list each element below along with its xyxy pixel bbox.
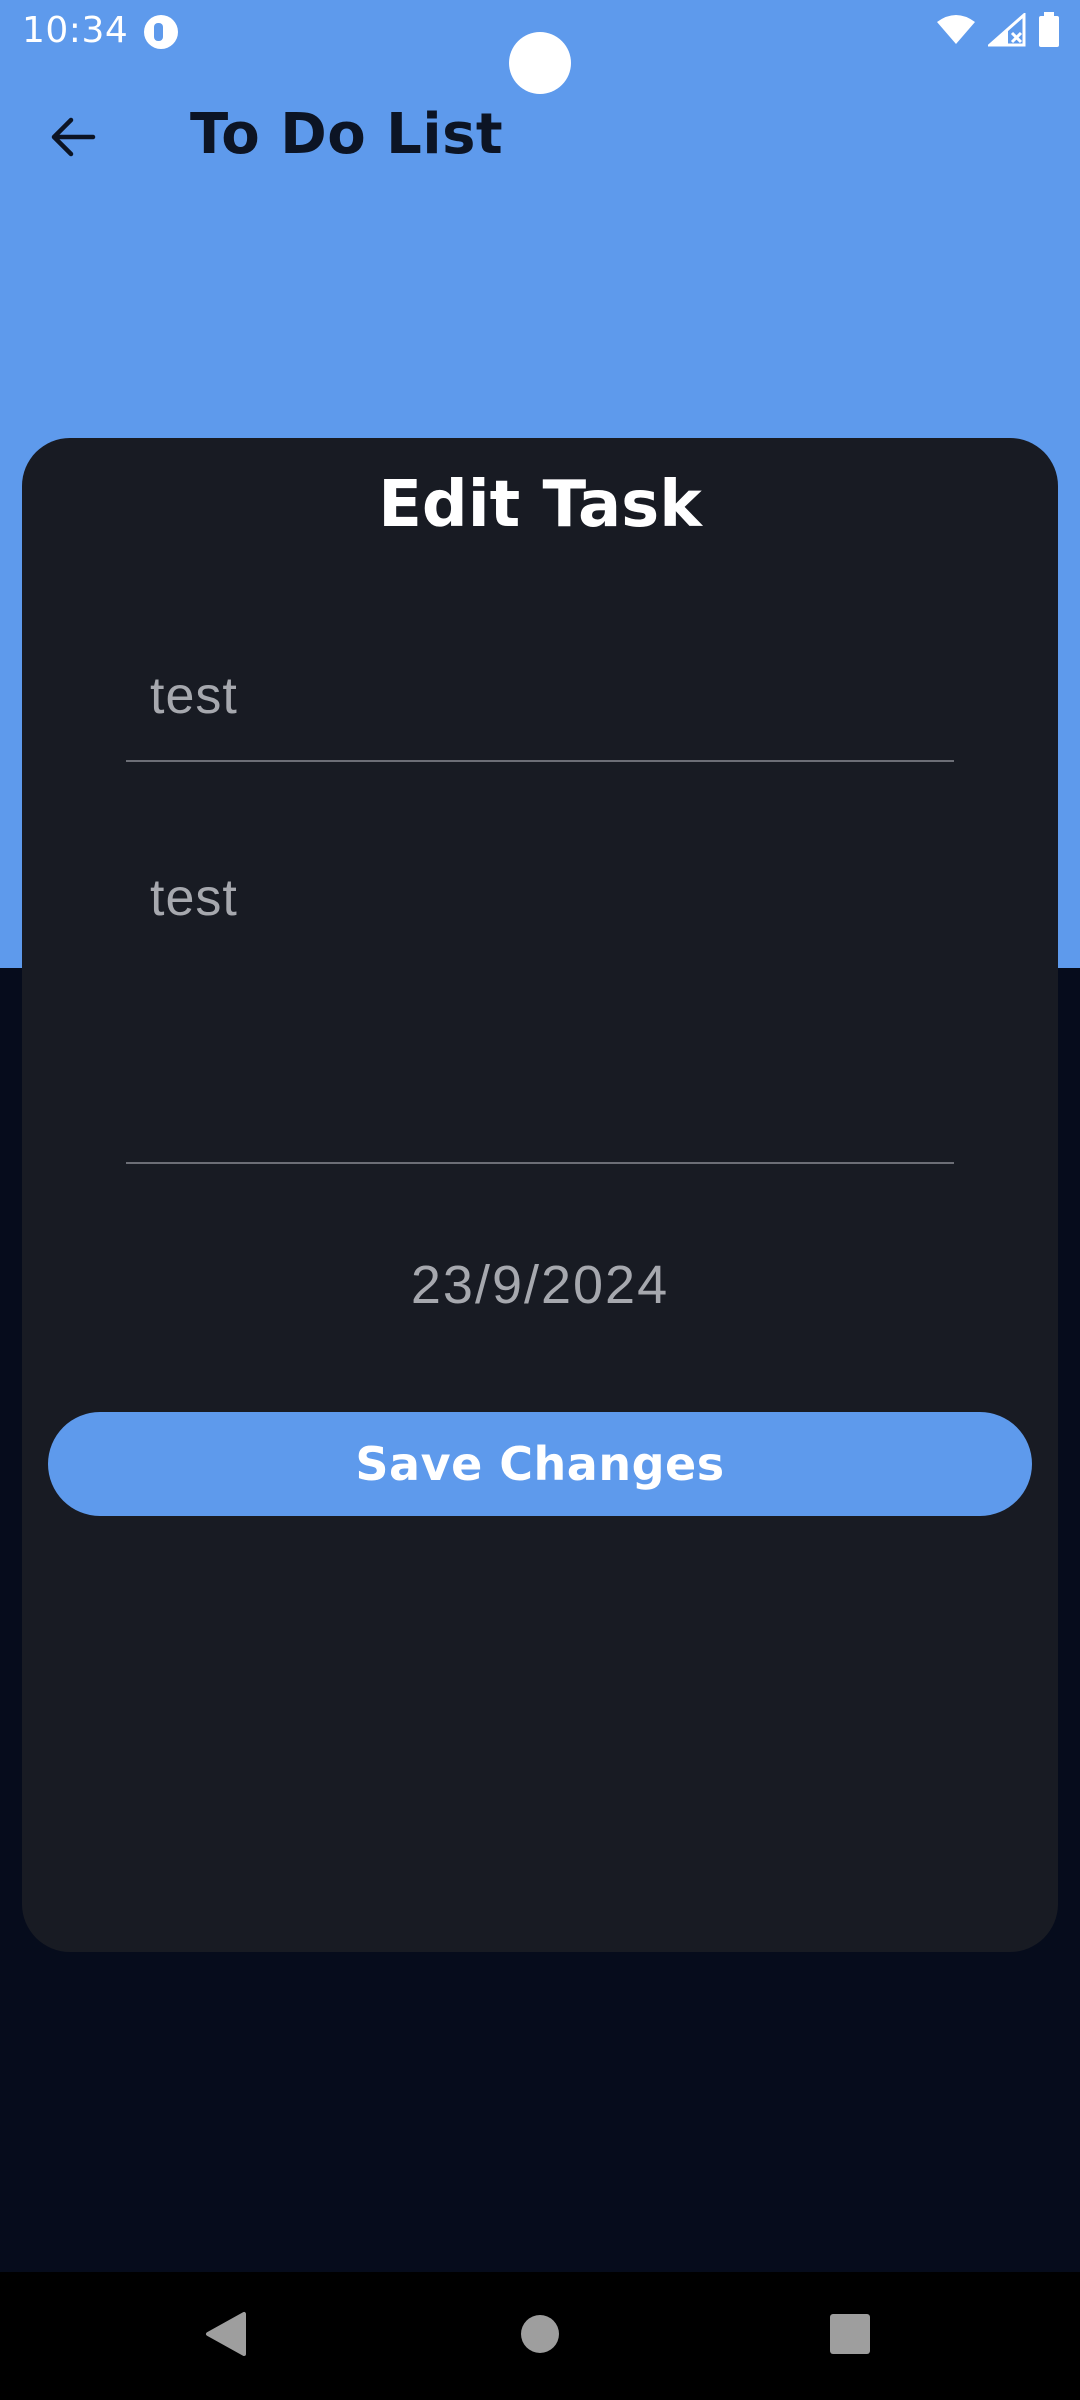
save-changes-button[interactable]: Save Changes (48, 1412, 1032, 1516)
circle-home-icon (520, 2314, 560, 2358)
app-bar: To Do List (0, 80, 1080, 192)
nav-home-button[interactable] (500, 2296, 580, 2376)
arrow-left-icon (49, 116, 97, 162)
signal-icon (986, 11, 1026, 51)
task-description-input[interactable]: test (126, 862, 954, 1164)
notification-app-icon (144, 15, 178, 49)
task-title-input[interactable]: test (126, 666, 954, 762)
save-changes-label: Save Changes (355, 1437, 725, 1491)
edit-task-card: Edit Task test test 23/9/2024 Save Chang… (22, 438, 1058, 1952)
task-title-value: test (150, 667, 238, 725)
status-time: 10:34 (22, 10, 129, 51)
square-recents-icon (829, 2313, 871, 2359)
status-icons (936, 11, 1060, 52)
triangle-back-icon (204, 2310, 248, 2362)
back-button[interactable] (36, 102, 110, 176)
task-description-value: test (150, 869, 238, 927)
system-nav-bar (0, 2272, 1080, 2400)
card-title: Edit Task (378, 468, 702, 542)
wifi-icon (936, 14, 976, 50)
task-date[interactable]: 23/9/2024 (22, 1254, 1058, 1316)
app-title: To Do List (190, 102, 504, 167)
nav-back-button[interactable] (186, 2296, 266, 2376)
battery-icon (1038, 12, 1060, 52)
nav-recents-button[interactable] (810, 2296, 890, 2376)
